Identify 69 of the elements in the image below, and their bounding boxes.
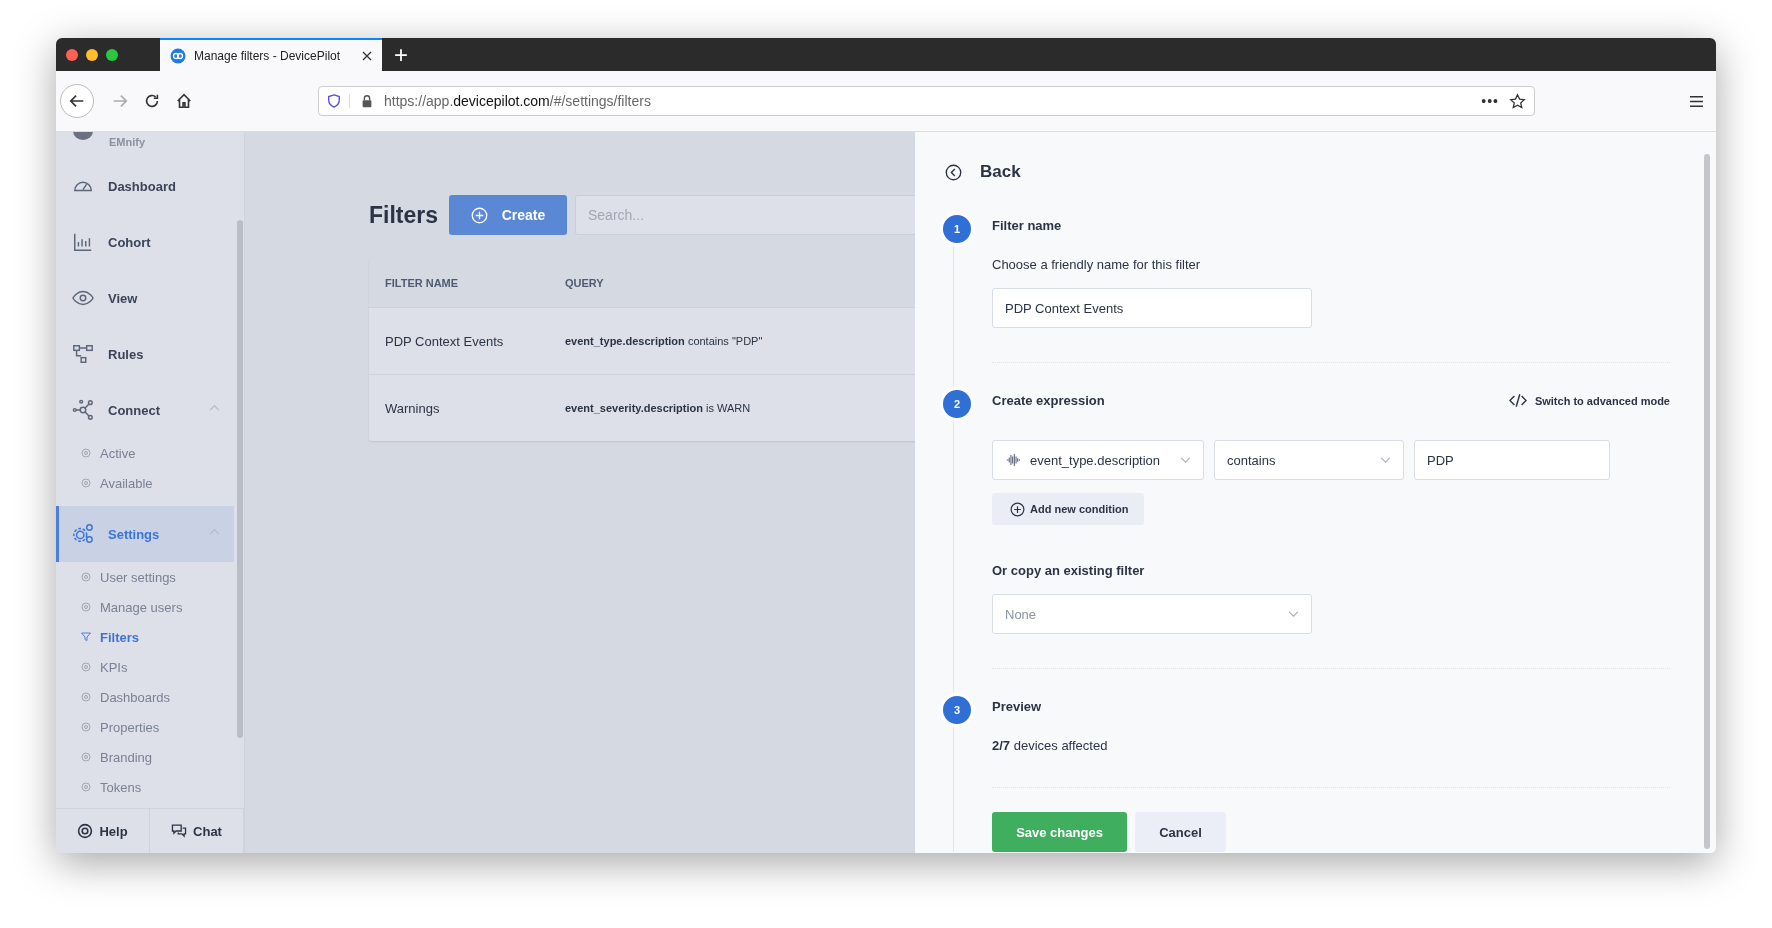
- step-title: Filter name: [992, 218, 1063, 233]
- close-icon[interactable]: [362, 50, 372, 61]
- table-cell: event_severity.description is WARN: [565, 402, 751, 414]
- cancel-button[interactable]: Cancel: [1135, 812, 1226, 852]
- advanced-mode-link[interactable]: Switch to advanced mode: [1508, 393, 1670, 408]
- add-condition-button[interactable]: Add new condition: [992, 493, 1145, 525]
- step-number: 3: [940, 693, 974, 727]
- bar-chart-icon: [72, 231, 94, 253]
- chevron-down-icon: [1288, 610, 1299, 618]
- shield-icon: [327, 94, 350, 108]
- network-icon: [72, 399, 94, 421]
- back-arrow-icon: [68, 92, 86, 110]
- copy-filter-label: Or copy an existing filter: [992, 563, 1146, 578]
- filter-name-field[interactable]: PDP Context Events: [992, 288, 1312, 328]
- browser-tab[interactable]: Manage filters - DevicePilot: [160, 38, 382, 71]
- reload-icon[interactable]: [143, 92, 161, 110]
- plus-circle-icon: [1010, 501, 1025, 517]
- preview-summary: 2/7 devices affected: [992, 738, 1109, 753]
- scrollbar[interactable]: [237, 220, 243, 738]
- close-window-button[interactable]: [66, 48, 78, 61]
- column-header: FILTER NAME: [385, 277, 460, 289]
- column-header: QUERY: [565, 277, 605, 289]
- create-button[interactable]: Create: [449, 195, 567, 235]
- page-actions-button[interactable]: •••: [1481, 93, 1499, 109]
- maximize-window-button[interactable]: [106, 48, 118, 61]
- search-field[interactable]: Search...: [575, 195, 915, 235]
- sidebar-item[interactable]: Connect: [56, 382, 234, 438]
- account-name: EMnify: [109, 136, 146, 148]
- waveform-icon: [1005, 453, 1022, 467]
- lifebuoy-icon: [77, 823, 94, 839]
- table-cell-text: PDP Context Events: [385, 333, 505, 349]
- sidebar-item[interactable]: View: [56, 270, 234, 326]
- step-title: Preview: [992, 699, 1043, 714]
- chevron-down-icon: [1180, 456, 1191, 464]
- help-button[interactable]: Help: [56, 809, 150, 853]
- url-text: https://app.devicepilot.com/#/settings/filters: [384, 93, 652, 109]
- sidebar-item[interactable]: Dashboard: [56, 158, 234, 214]
- sidebar-item[interactable]: Cohort: [56, 214, 234, 270]
- scrollbar[interactable]: [1704, 154, 1710, 849]
- back-button[interactable]: [60, 84, 94, 118]
- flow-icon: [72, 343, 94, 365]
- tab-title: Manage filters - DevicePilot: [194, 48, 342, 63]
- value-field[interactable]: PDP: [1414, 440, 1610, 480]
- plus-circle-icon: [470, 206, 488, 224]
- sidebar-item[interactable]: Rules: [56, 326, 234, 382]
- field-dropdown[interactable]: event_type.description: [992, 440, 1204, 480]
- chat-icon: [171, 823, 188, 839]
- filter-icon: [80, 631, 92, 643]
- lock-icon: [360, 94, 374, 108]
- step-description: Choose a friendly name for this filter: [992, 257, 1202, 272]
- back-icon[interactable]: [945, 163, 962, 181]
- minimize-window-button[interactable]: [86, 48, 98, 61]
- new-tab-button[interactable]: +: [382, 38, 420, 71]
- back-link[interactable]: Back: [980, 162, 1021, 182]
- step-number: 1: [940, 212, 974, 246]
- table-cell: event_type.description contains "PDP": [565, 335, 763, 347]
- star-icon[interactable]: [1509, 92, 1526, 110]
- menu-icon[interactable]: [1689, 94, 1704, 108]
- operator-dropdown[interactable]: contains: [1214, 440, 1404, 480]
- chevron-down-icon: [1380, 456, 1391, 464]
- step-number: 2: [940, 387, 974, 421]
- home-icon[interactable]: [175, 92, 193, 110]
- site-logo-icon: [170, 47, 186, 64]
- table-cell-text: Warnings: [385, 400, 441, 416]
- code-icon: [1508, 393, 1527, 408]
- address-bar[interactable]: https://app.devicepilot.com/#/settings/filters •••: [318, 86, 1535, 116]
- step-title: Create expression: [992, 393, 1105, 408]
- gears-icon: [72, 523, 94, 545]
- chat-button[interactable]: Chat: [150, 809, 244, 853]
